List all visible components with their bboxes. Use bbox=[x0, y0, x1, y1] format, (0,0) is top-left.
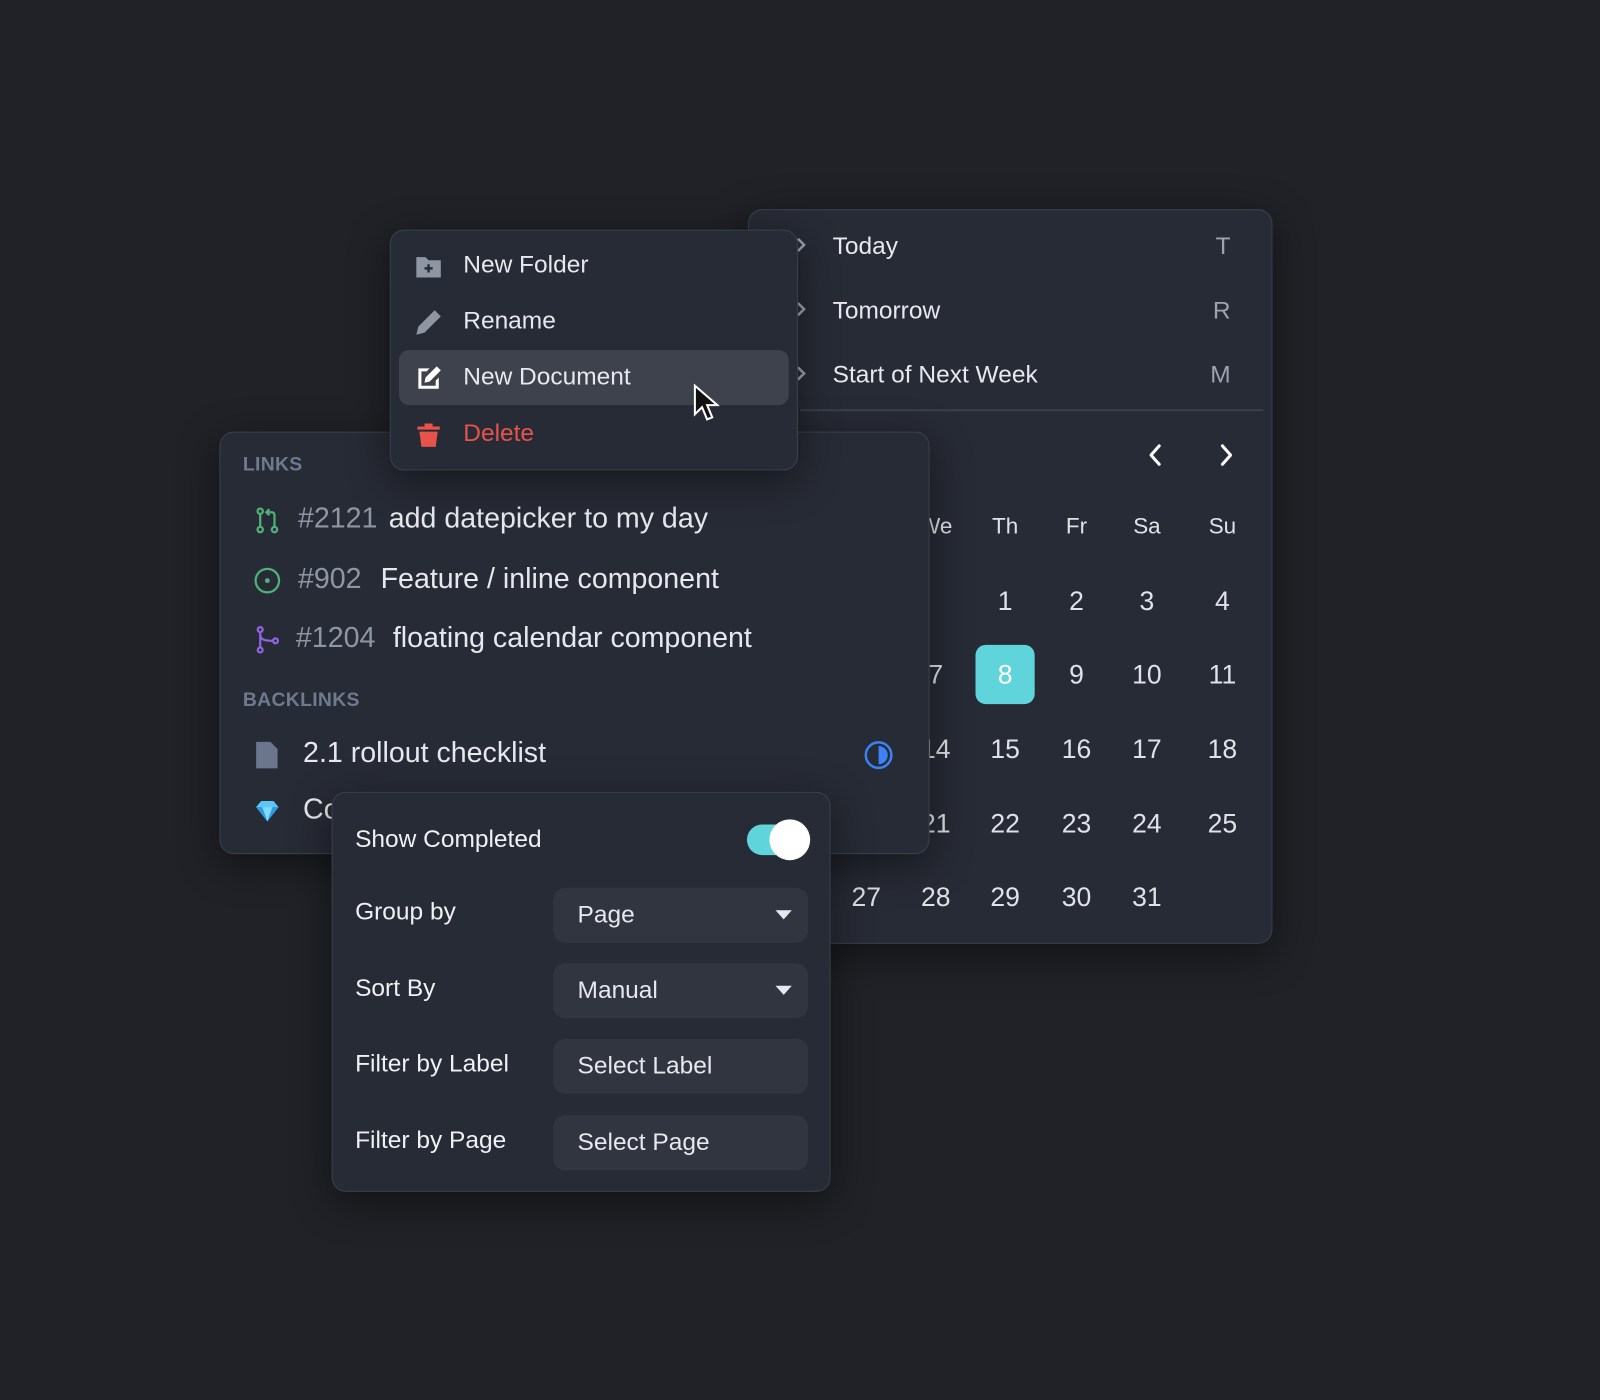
filter-by-label-select[interactable]: Select Label bbox=[553, 1038, 809, 1094]
link-item[interactable]: #2121 add datepicker to my day bbox=[220, 494, 928, 545]
filter-by-label-label: Filter by Label bbox=[355, 1049, 509, 1078]
link-item[interactable]: #1204 floating calendar component bbox=[220, 613, 928, 664]
link-title: Feature / inline component bbox=[380, 562, 719, 594]
menu-item-delete[interactable]: Delete bbox=[399, 406, 789, 461]
toggle-knob bbox=[769, 819, 811, 861]
link-number: #2121 bbox=[297, 502, 378, 534]
sort-by-label: Sort By bbox=[355, 974, 436, 1003]
backlink-item[interactable]: 2.1 rollout checklist bbox=[220, 729, 928, 780]
quick-option-today[interactable]: Today T bbox=[749, 215, 1271, 276]
sort-by-value: Manual bbox=[577, 976, 658, 1005]
shortcut-key: R bbox=[1212, 296, 1231, 325]
pencil-icon bbox=[416, 310, 441, 335]
trash-icon bbox=[417, 423, 440, 447]
filter-panel: Show Completed Group by Page Sort By Man… bbox=[331, 791, 831, 1192]
calendar-day[interactable]: 18 bbox=[1193, 719, 1252, 778]
links-panel: LINKS #2121 add datepicker to my day #90… bbox=[219, 431, 930, 855]
backlinks-heading: BACKLINKS bbox=[242, 689, 360, 712]
caret-down-icon bbox=[775, 985, 792, 995]
backlink-title: 2.1 rollout checklist bbox=[303, 736, 547, 769]
divider bbox=[799, 409, 1264, 412]
menu-item-label: Rename bbox=[463, 307, 556, 335]
calendar-day[interactable]: 29 bbox=[976, 867, 1035, 926]
show-completed-toggle[interactable] bbox=[746, 819, 811, 861]
menu-item-new-document[interactable]: New Document bbox=[398, 349, 789, 406]
calendar-day[interactable]: 2 bbox=[1047, 571, 1106, 630]
calendar-day[interactable]: 28 bbox=[906, 867, 965, 926]
sort-by-select[interactable]: Manual bbox=[553, 963, 809, 1019]
calendar-day[interactable]: 31 bbox=[1117, 867, 1176, 926]
context-menu: New Folder Rename New Document Delete bbox=[389, 229, 798, 471]
folder-plus-icon bbox=[416, 257, 441, 278]
filter-by-page-select[interactable]: Select Page bbox=[553, 1115, 809, 1171]
filter-by-page-placeholder: Select Page bbox=[577, 1128, 710, 1157]
quick-option-label: Start of Next Week bbox=[832, 361, 1038, 389]
pull-request-icon bbox=[256, 507, 279, 534]
branch-merge-icon bbox=[256, 626, 280, 654]
half-circle-progress-icon bbox=[864, 741, 893, 770]
quick-option-label: Tomorrow bbox=[832, 296, 941, 325]
quick-option-tomorrow[interactable]: Tomorrow R bbox=[749, 280, 1271, 341]
menu-item-rename[interactable]: Rename bbox=[399, 294, 789, 349]
calendar-day[interactable]: 9 bbox=[1047, 645, 1106, 704]
calendar-day[interactable]: 1 bbox=[976, 571, 1035, 630]
show-completed-label: Show Completed bbox=[355, 825, 542, 854]
weekday-header: Th bbox=[991, 513, 1019, 539]
issue-open-icon bbox=[254, 567, 281, 594]
calendar-day[interactable]: 16 bbox=[1047, 719, 1106, 778]
calendar-day[interactable]: 22 bbox=[976, 794, 1035, 853]
caret-down-icon bbox=[775, 910, 792, 920]
menu-item-label: New Folder bbox=[463, 251, 589, 279]
link-number: #1204 bbox=[295, 621, 376, 654]
mouse-cursor-icon bbox=[693, 383, 720, 421]
menu-item-label: Delete bbox=[463, 419, 535, 447]
document-icon bbox=[256, 741, 278, 769]
group-by-select[interactable]: Page bbox=[553, 887, 809, 943]
menu-item-label: New Document bbox=[463, 363, 631, 391]
calendar-day[interactable]: 4 bbox=[1193, 571, 1252, 630]
diamond-icon bbox=[256, 801, 279, 822]
calendar-day[interactable]: 23 bbox=[1047, 794, 1106, 853]
filter-by-label-placeholder: Select Label bbox=[577, 1052, 713, 1080]
menu-item-new-folder[interactable]: New Folder bbox=[399, 238, 789, 293]
links-heading: LINKS bbox=[242, 454, 303, 476]
filter-by-page-label: Filter by Page bbox=[355, 1126, 507, 1155]
weekday-header: Sa bbox=[1133, 513, 1161, 539]
group-by-label: Group by bbox=[355, 897, 456, 926]
weekday-header: Fr bbox=[1065, 513, 1088, 539]
edit-document-icon bbox=[418, 366, 441, 389]
next-month-button[interactable] bbox=[1216, 443, 1236, 467]
weekday-header: Su bbox=[1208, 513, 1237, 539]
group-by-value: Page bbox=[577, 901, 635, 929]
previous-month-button[interactable] bbox=[1145, 443, 1165, 467]
link-item[interactable]: #902 Feature / inline component bbox=[220, 554, 928, 605]
calendar-day[interactable]: 30 bbox=[1047, 867, 1106, 926]
calendar-day[interactable]: 27 bbox=[837, 867, 896, 926]
link-number: #902 bbox=[297, 562, 362, 594]
quick-option-next-week[interactable]: Start of Next Week M bbox=[749, 344, 1271, 405]
calendar-day[interactable]: 24 bbox=[1117, 794, 1176, 853]
link-title: floating calendar component bbox=[392, 621, 752, 654]
calendar-day[interactable]: 11 bbox=[1193, 645, 1252, 704]
calendar-day[interactable]: 17 bbox=[1117, 719, 1176, 778]
calendar-day[interactable]: 10 bbox=[1117, 645, 1176, 704]
link-title: add datepicker to my day bbox=[388, 502, 708, 534]
calendar-day[interactable]: 3 bbox=[1117, 571, 1176, 630]
shortcut-key: T bbox=[1215, 232, 1231, 261]
quick-option-label: Today bbox=[832, 232, 898, 261]
calendar-day[interactable]: 8 bbox=[975, 644, 1035, 705]
calendar-day[interactable]: 25 bbox=[1193, 794, 1252, 853]
shortcut-key: M bbox=[1210, 361, 1231, 389]
calendar-day[interactable]: 15 bbox=[976, 719, 1035, 778]
